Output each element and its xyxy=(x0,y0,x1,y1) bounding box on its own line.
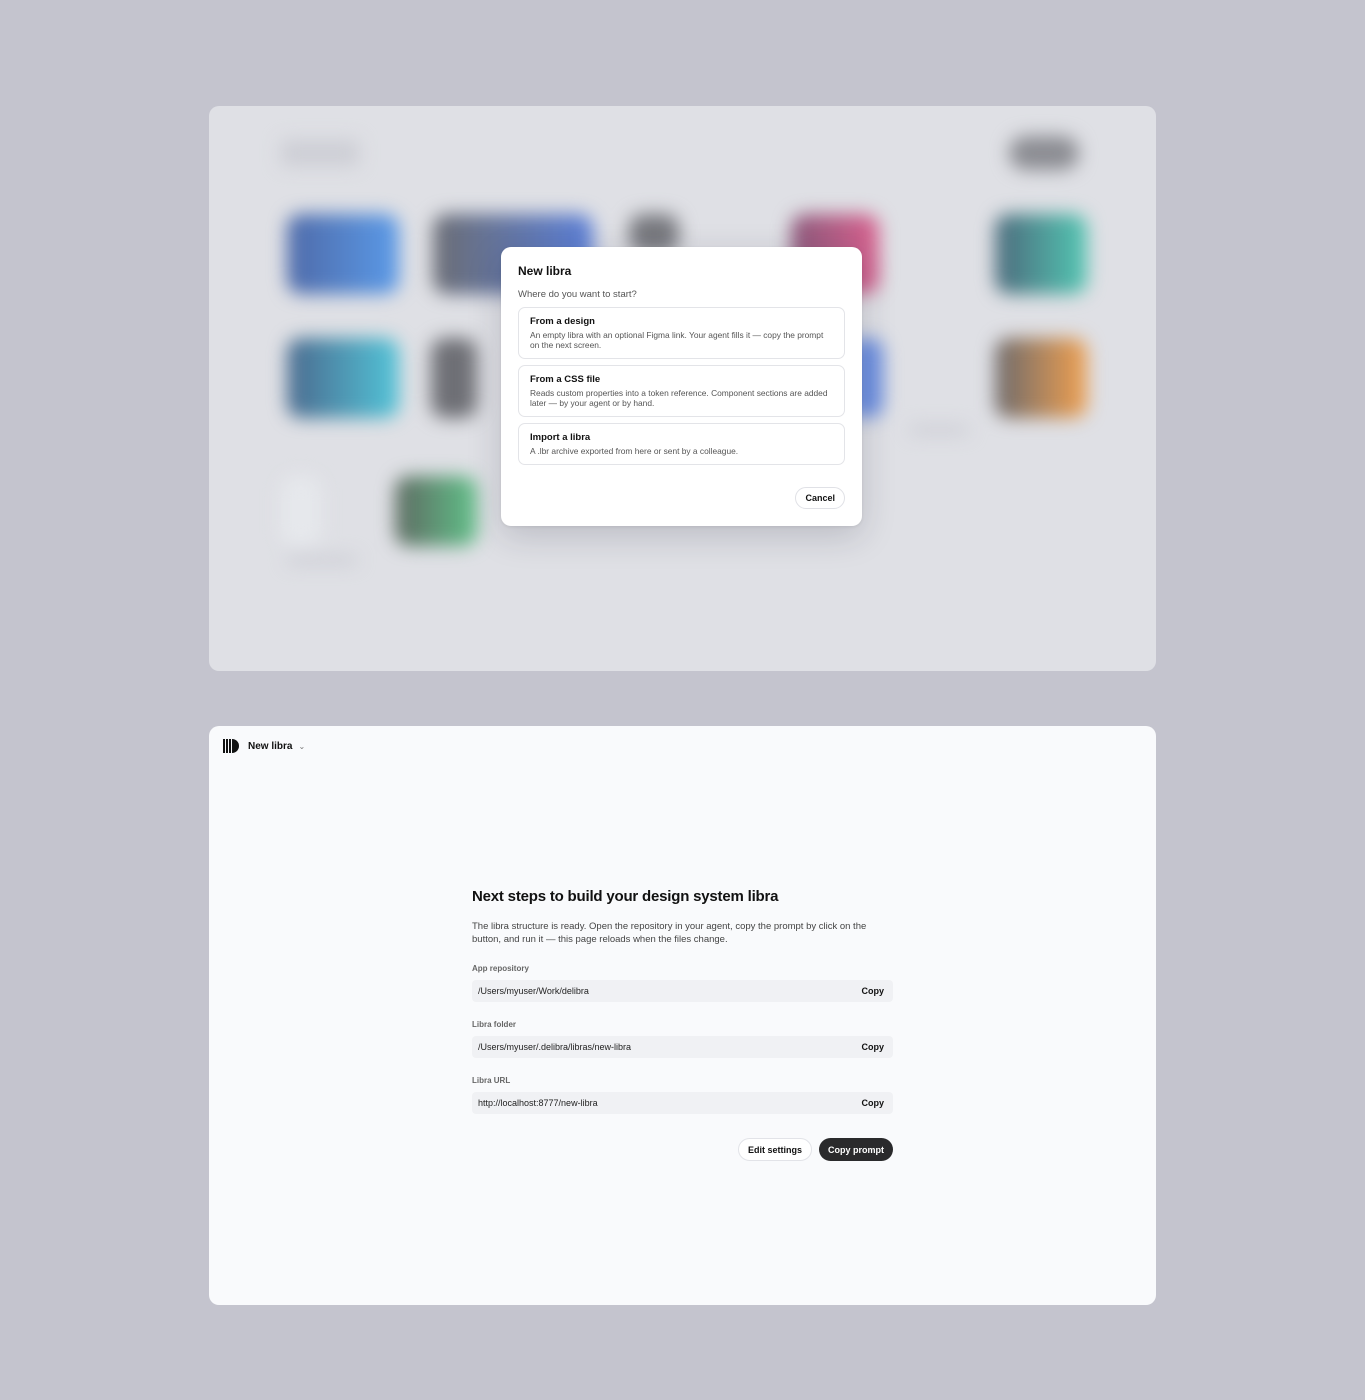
option-from-design[interactable]: From a design An empty libra with an opt… xyxy=(518,307,845,359)
field-value: /Users/myuser/Work/delibra xyxy=(478,986,589,996)
new-libra-dialog-screen: New libra Where do you want to start? Fr… xyxy=(209,106,1156,671)
page-description: The libra structure is ready. Open the r… xyxy=(472,921,867,945)
option-title: From a design xyxy=(530,316,595,327)
copy-app-repository-button[interactable]: Copy xyxy=(862,986,885,996)
modal-subtitle: Where do you want to start? xyxy=(518,289,637,300)
app-name: New libra xyxy=(248,740,293,752)
edit-settings-button[interactable]: Edit settings xyxy=(737,1138,812,1161)
field-label-libra-folder: Libra folder xyxy=(472,1020,517,1029)
field-libra-folder: /Users/myuser/.delibra/libras/new-libra … xyxy=(472,1036,893,1058)
start-option-list: From a design An empty libra with an opt… xyxy=(518,307,845,465)
copy-libra-url-button[interactable]: Copy xyxy=(862,1098,885,1108)
option-import-libra[interactable]: Import a libra A .lbr archive exported f… xyxy=(518,423,845,465)
field-value: /Users/myuser/.delibra/libras/new-libra xyxy=(478,1042,632,1052)
field-libra-url: http://localhost:8777/new-libra Copy xyxy=(472,1092,893,1114)
next-steps-screen: New libra ⌄ Next steps to build your des… xyxy=(209,726,1156,1305)
field-label-app-repository: App repository xyxy=(472,964,529,973)
libra-switcher[interactable]: New libra ⌄ xyxy=(223,739,305,753)
modal-footer: Cancel xyxy=(795,487,845,509)
next-steps-content: Next steps to build your design system l… xyxy=(472,888,893,1161)
page-title: Next steps to build your design system l… xyxy=(472,888,779,905)
option-description: An empty libra with an optional Figma li… xyxy=(530,330,824,350)
option-title: From a CSS file xyxy=(530,374,601,385)
field-label-libra-url: Libra URL xyxy=(472,1076,511,1085)
option-description: A .lbr archive exported from here or sen… xyxy=(530,446,739,456)
new-libra-modal: New libra Where do you want to start? Fr… xyxy=(501,247,862,526)
option-description: Reads custom properties into a token ref… xyxy=(530,388,828,408)
option-title: Import a libra xyxy=(530,432,591,443)
option-from-css-file[interactable]: From a CSS file Reads custom properties … xyxy=(518,365,845,417)
field-app-repository: /Users/myuser/Work/delibra Copy xyxy=(472,980,893,1002)
copy-prompt-button[interactable]: Copy prompt xyxy=(819,1138,893,1161)
cancel-button[interactable]: Cancel xyxy=(795,487,845,509)
libra-logo-icon xyxy=(223,739,239,753)
chevron-down-icon: ⌄ xyxy=(298,741,306,751)
modal-title: New libra xyxy=(518,264,572,278)
field-value: http://localhost:8777/new-libra xyxy=(478,1098,598,1108)
copy-libra-folder-button[interactable]: Copy xyxy=(862,1042,885,1052)
actions-bar: Edit settings Copy prompt xyxy=(472,1138,893,1161)
